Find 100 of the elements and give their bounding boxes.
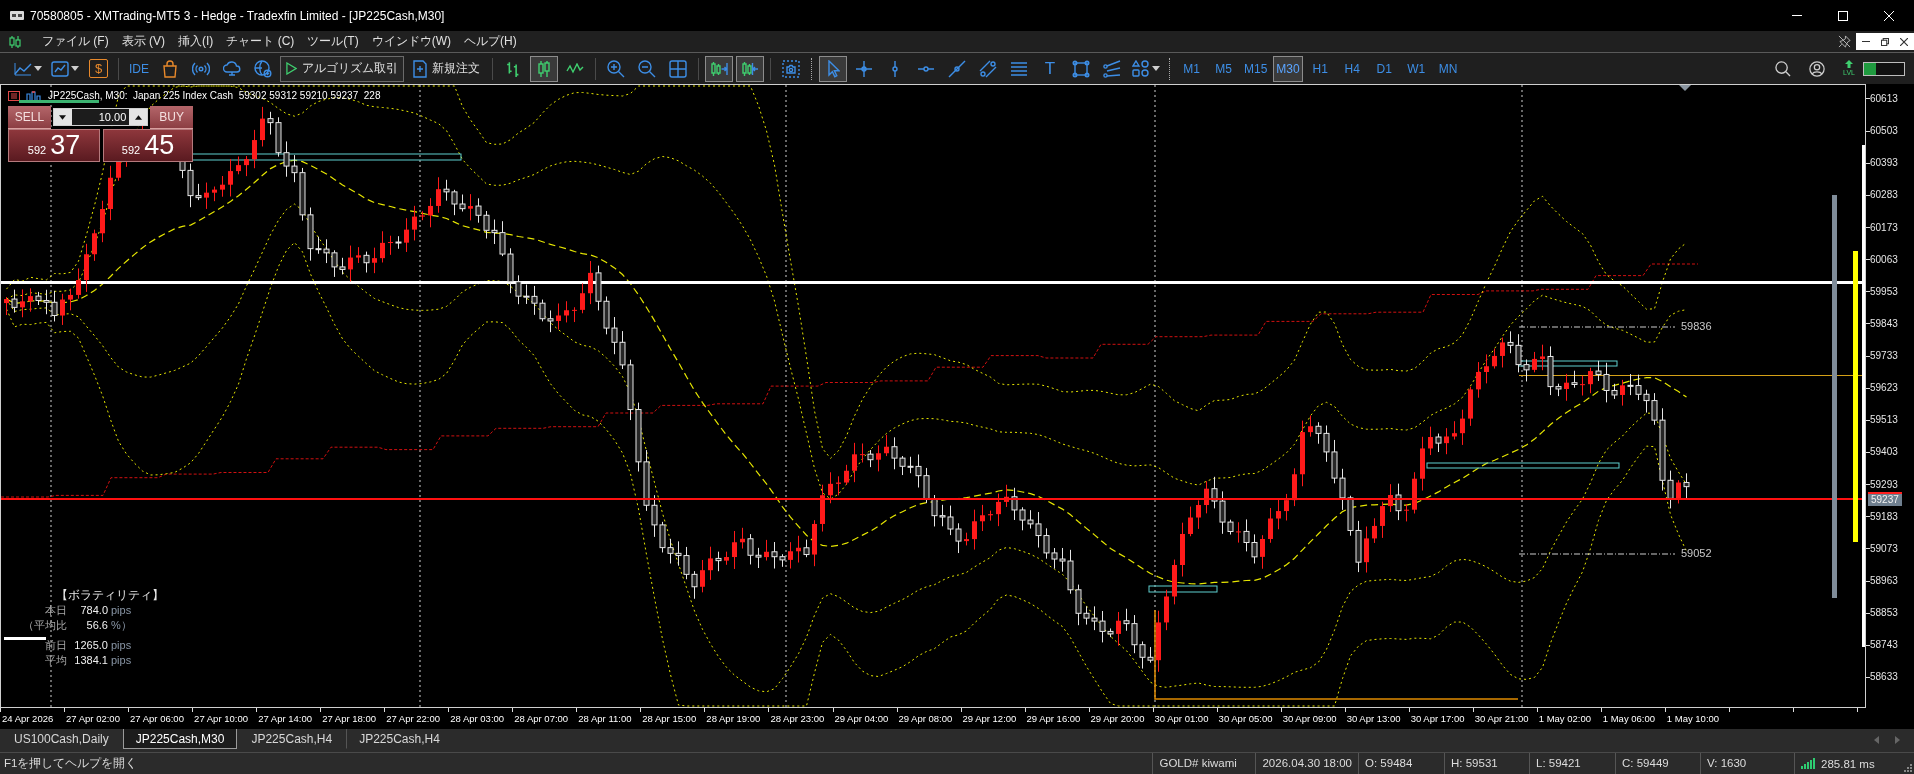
camera-icon [782, 59, 800, 78]
menu-item[interactable]: チャート (C) [226, 33, 295, 50]
play-icon [286, 62, 297, 75]
chart-tab[interactable]: JP225Cash,H4 [346, 729, 453, 749]
caret-left-icon[interactable] [1874, 736, 1879, 744]
help-hint: F1を押してヘルプを開く [4, 756, 138, 771]
close-icon [1884, 10, 1894, 21]
status-field: V: 1630 [1700, 753, 1794, 774]
cursor-tool-button[interactable] [819, 55, 847, 82]
menu-item[interactable]: ツール(T) [307, 33, 359, 50]
timeframe-button[interactable]: W1 [1401, 55, 1431, 82]
auto-scroll-button[interactable] [705, 55, 733, 82]
line-chart-icon [566, 62, 584, 75]
time-label: 29 Apr 04:00 [833, 712, 889, 725]
time-label: 28 Apr 19:00 [705, 712, 761, 725]
price-pips: 37 [50, 130, 81, 161]
time-label: 1 May 10:00 [1665, 712, 1720, 725]
status-field: H: 59531 [1444, 753, 1529, 774]
time-label: 28 Apr 23:00 [769, 712, 825, 725]
trading-button[interactable]: $ [89, 59, 108, 78]
stat-label: 平均 [45, 653, 67, 668]
menu-item[interactable]: ヘルプ(H) [464, 33, 517, 50]
price-label: 60393 [1870, 157, 1898, 170]
up-arrow-icon [1844, 60, 1855, 68]
stat-value: 1265.0 [74, 638, 108, 653]
price-label: 59073 [1870, 542, 1898, 555]
time-label: 29 Apr 12:00 [961, 712, 1017, 725]
buy-price-panel[interactable]: 592 45 [103, 129, 193, 162]
horizontal-lines-icon [1010, 60, 1028, 77]
menu-item[interactable]: 挿入(I) [178, 33, 214, 50]
chart-tab[interactable]: JP225Cash,H4 [238, 729, 346, 749]
triangle-marker-icon[interactable] [1679, 85, 1691, 91]
stat-label: 本日 [45, 603, 67, 618]
sell-button[interactable]: SELL [8, 106, 51, 129]
signal-bars-icon [1801, 758, 1815, 769]
price-prefix: 592 [27, 144, 47, 156]
menu-item[interactable]: ファイル (F) [42, 33, 109, 50]
stat-unit: %） [111, 618, 133, 633]
price-label: 60283 [1870, 189, 1898, 202]
new-order-button[interactable]: 新規注文 [407, 55, 486, 82]
timeframe-button[interactable]: M30 [1273, 55, 1303, 82]
chart-tab[interactable]: US100Cash,Daily [1, 729, 122, 749]
time-label: 27 Apr 18:00 [321, 712, 377, 725]
pin-icon[interactable] [1838, 35, 1852, 48]
text-tool-button[interactable]: T [1036, 55, 1064, 82]
timeframe-button[interactable]: MN [1433, 55, 1463, 82]
globe-plus-icon [254, 59, 272, 78]
time-label: 30 Apr 05:00 [1217, 712, 1273, 725]
time-label: 27 Apr 02:00 [65, 712, 120, 725]
minimize-icon [1861, 41, 1870, 42]
timeframe-button[interactable]: M1 [1177, 55, 1206, 82]
price-pips: 45 [144, 130, 175, 161]
price-label: 58633 [1870, 671, 1898, 684]
rectangle-icon [1072, 59, 1090, 78]
search-icon[interactable] [1775, 60, 1792, 77]
time-label: 27 Apr 14:00 [257, 712, 312, 725]
document-plus-icon [413, 59, 427, 78]
price-label: 60173 [1870, 221, 1898, 234]
timeframe-button[interactable]: H1 [1305, 55, 1335, 82]
ohlc-bars-icon [506, 59, 520, 78]
time-label: 28 Apr 03:00 [449, 712, 505, 725]
resize-grip-icon[interactable] [1904, 764, 1912, 772]
time-label: 30 Apr 01:00 [1153, 712, 1209, 725]
candlestick-chart-button[interactable] [530, 55, 558, 82]
chart-tab[interactable]: JP225Cash,M30 [122, 729, 238, 749]
level-label: 59836 [1681, 320, 1712, 333]
timeframe-button[interactable]: H4 [1337, 55, 1367, 82]
ide-button[interactable]: IDE [125, 55, 153, 82]
horizontal-line-icon [917, 65, 935, 72]
zoom-in-icon [607, 59, 625, 78]
caret-right-icon[interactable] [1895, 736, 1900, 744]
caret-icon [34, 66, 42, 71]
timeframe-button[interactable]: D1 [1369, 55, 1399, 82]
price-label: 59733 [1870, 350, 1898, 362]
stat-unit: pips [111, 638, 133, 653]
price-label: 59953 [1870, 285, 1898, 298]
time-label: 29 Apr 08:00 [897, 712, 953, 725]
time-label: 27 Apr 22:00 [385, 712, 441, 725]
account-icon[interactable] [1809, 60, 1826, 77]
time-label: 30 Apr 17:00 [1409, 712, 1465, 725]
buy-button[interactable]: BUY [150, 106, 193, 129]
sell-price-panel[interactable]: 592 37 [8, 129, 100, 162]
chart-shift-button[interactable] [736, 55, 764, 82]
menu-item[interactable]: 表示 (V) [121, 33, 165, 50]
app-logo-icon [10, 11, 24, 20]
minimize-icon [1792, 15, 1802, 16]
short-horizontal-line [4, 637, 46, 640]
close-icon [1900, 37, 1909, 46]
vertical-line-icon [892, 59, 898, 78]
time-label: 24 Apr 2026 [1, 712, 54, 725]
algo-trading-button[interactable]: アルゴリズム取引 [280, 55, 404, 82]
price-label: 58963 [1870, 574, 1898, 587]
minimize-button[interactable] [1856, 33, 1876, 50]
time-label: 1 May 06:00 [1601, 712, 1656, 725]
price-label: 59403 [1870, 446, 1898, 459]
time-label: 29 Apr 20:00 [1089, 712, 1145, 725]
menu-item[interactable]: ウインドウ(W) [371, 33, 451, 50]
bar-chart-icon [26, 91, 42, 101]
timeframe-button[interactable]: M15 [1241, 55, 1271, 82]
timeframe-button[interactable]: M5 [1209, 55, 1238, 82]
